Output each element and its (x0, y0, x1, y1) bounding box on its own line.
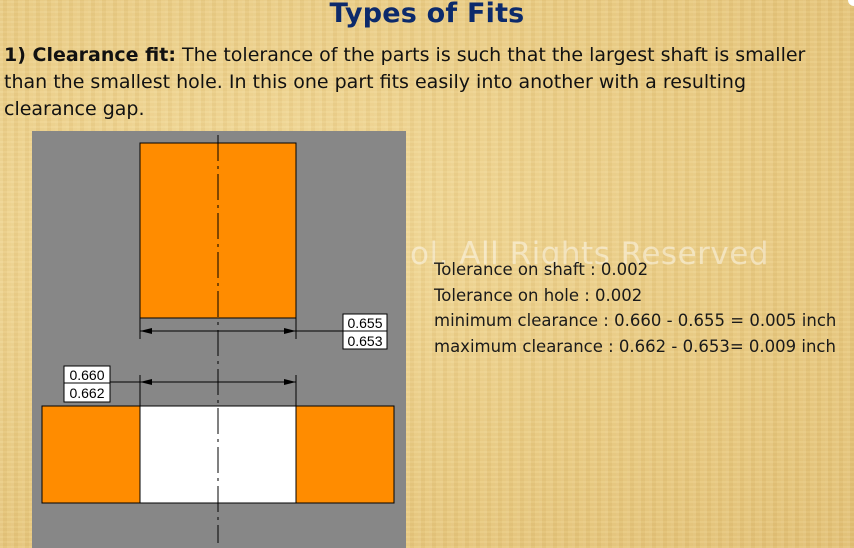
hole-dimension-upper: 0.660 (69, 367, 104, 383)
hole-block-right (295, 405, 395, 504)
clearance-fit-paragraph: 1) Clearance fit: The tolerance of the p… (4, 42, 844, 123)
hole-block-left (41, 405, 141, 504)
minimum-clearance-line: minimum clearance : 0.660 - 0.655 = 0.00… (434, 311, 837, 330)
shaft-dimension-lower: 0.653 (347, 333, 382, 349)
shaft-dimension-upper: 0.655 (347, 315, 382, 331)
clearance-fit-heading: 1) Clearance fit: (4, 44, 176, 66)
hole-tolerance-line: Tolerance on hole : 0.002 (434, 285, 643, 305)
shaft-tolerance-line: Tolerance on shaft : 0.002 (434, 260, 649, 279)
maximum-clearance-line: maximum clearance : 0.662 - 0.653= 0.009… (434, 336, 836, 356)
clearance-fit-diagram: 0.655 0.653 0.660 0.662 (32, 131, 406, 548)
hole-dimension-lower: 0.662 (69, 385, 104, 401)
tolerance-info: Tolerance on shaft : 0.002 Tolerance on … (434, 257, 836, 359)
page-title: Types of Fits (329, 0, 525, 29)
